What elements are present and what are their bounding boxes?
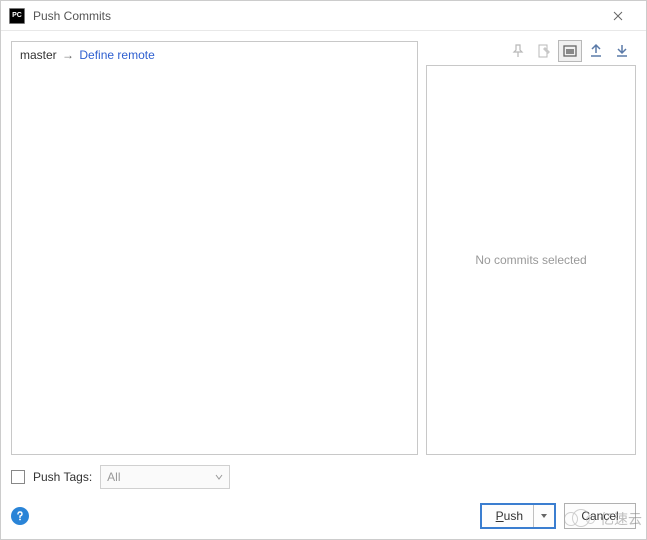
close-button[interactable] [598,2,638,30]
diff-pane: No commits selected [426,65,636,455]
cancel-button[interactable]: Cancel [564,503,636,529]
button-row: Push Cancel [11,503,636,529]
push-commits-dialog: PC Push Commits master → Define remote [0,0,647,540]
empty-placeholder: No commits selected [475,253,586,267]
branch-info: master → Define remote [20,48,155,62]
collapse-all-button[interactable] [610,40,634,62]
collapse-icon [614,43,630,59]
push-dropdown[interactable] [533,505,548,527]
help-button[interactable] [11,507,29,525]
content-area: master → Define remote [1,31,646,459]
edit-icon [536,43,552,59]
push-button[interactable]: Push [480,503,556,529]
expand-icon [588,43,604,59]
caret-down-icon [540,512,548,520]
footer: Push Tags: All Push Cancel [1,459,646,539]
chevron-down-icon [215,473,223,481]
right-column: No commits selected [426,41,636,455]
edit-source-button[interactable] [532,40,556,62]
push-button-label: Push [496,509,523,523]
push-tags-checkbox[interactable] [11,470,25,484]
group-by-button[interactable] [558,40,582,62]
pin-icon [510,43,526,59]
push-tags-value: All [107,470,120,484]
dialog-title: Push Commits [33,9,598,23]
expand-all-button[interactable] [584,40,608,62]
arrow-icon: → [62,48,74,62]
push-tags-label: Push Tags: [33,470,92,484]
cancel-button-label: Cancel [581,509,618,523]
close-icon [613,11,623,21]
define-remote-link[interactable]: Define remote [79,48,154,62]
local-branch: master [20,48,57,62]
pin-button[interactable] [506,40,530,62]
push-tags-select[interactable]: All [100,465,230,489]
titlebar: PC Push Commits [1,1,646,31]
help-icon [15,511,25,521]
commits-tree[interactable]: master → Define remote [11,41,418,455]
app-icon: PC [9,8,25,24]
action-buttons: Push Cancel [480,503,636,529]
diff-toolbar [426,41,636,65]
group-icon [562,43,578,59]
push-tags-row: Push Tags: All [11,465,636,489]
